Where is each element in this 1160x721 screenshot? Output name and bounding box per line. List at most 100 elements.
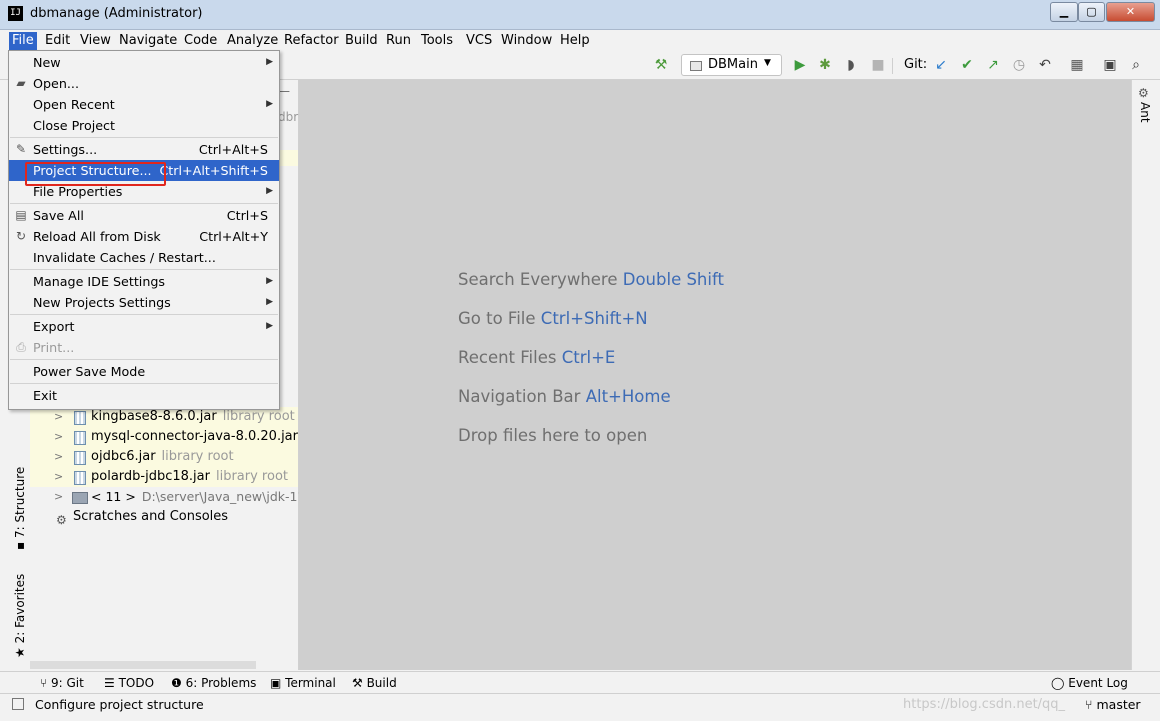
partial-path-text: dbr <box>278 110 299 124</box>
panel-toggle-icon[interactable] <box>12 698 24 710</box>
menu-window[interactable]: Window <box>498 32 555 50</box>
maximize-button[interactable]: ▢ <box>1078 2 1105 22</box>
reload-icon: ↻ <box>15 229 27 243</box>
git-commit-check-icon[interactable]: ✔ <box>958 56 976 74</box>
history-clock-icon[interactable]: ◷ <box>1010 56 1028 74</box>
menu-item-export[interactable]: Export ▶ <box>9 316 279 337</box>
coverage-shield-icon[interactable]: ◗ <box>842 56 860 74</box>
presentation-icon[interactable]: ▣ <box>1101 56 1119 74</box>
tree-item-scratches[interactable]: ⚙ Scratches and Consoles <box>30 507 298 527</box>
menu-item-save-all[interactable]: ▤ Save All Ctrl+S <box>9 205 279 226</box>
menu-item-new-projects-settings[interactable]: New Projects Settings ▶ <box>9 292 279 313</box>
scratches-label: Scratches and Consoles <box>73 509 229 524</box>
menu-item-exit[interactable]: Exit <box>9 385 279 406</box>
tab-ant-label: Ant <box>1138 102 1152 123</box>
tree-item-jdk[interactable]: > < 11 > D:\server\Java_new\jdk-11.0 <box>30 487 317 507</box>
submenu-arrow-icon: ▶ <box>266 186 273 196</box>
toolbar-divider <box>892 58 893 74</box>
git-update-arrow-icon[interactable]: ↙ <box>932 56 950 74</box>
hint-text: Navigation Bar <box>458 387 581 406</box>
menu-run[interactable]: Run <box>383 32 414 50</box>
tool-problems[interactable]: ❶ 6: Problems <box>171 676 256 690</box>
menu-item-shortcut: Ctrl+Alt+Shift+S <box>159 163 268 178</box>
run-icon[interactable]: ▶ <box>791 56 809 74</box>
hammer-icon: ⚒ <box>352 676 367 690</box>
minimize-button[interactable]: ▁ <box>1050 2 1078 22</box>
file-menu-dropdown: New ▶ ▰ Open... Open Recent ▶ Close Project… <box>8 50 280 410</box>
tree-item-library[interactable]: > mysql-connector-java-8.0.20.jarlibr <box>30 427 325 447</box>
hint-key: Alt+Home <box>585 387 671 406</box>
menu-help[interactable]: Help <box>557 32 593 50</box>
menu-item-label: Save All <box>33 208 84 223</box>
tool-todo-label: TODO <box>118 676 155 690</box>
menu-item-close-project[interactable]: Close Project <box>9 115 279 136</box>
menu-separator <box>10 137 278 138</box>
tree-item-library[interactable]: > ojdbc6.jar library root <box>30 447 298 467</box>
menu-code[interactable]: Code <box>181 32 220 50</box>
debug-bug-icon[interactable]: ✱ <box>816 56 834 74</box>
git-branch-widget[interactable]: ⑂ master <box>1085 697 1141 712</box>
menu-item-power-save-mode[interactable]: Power Save Mode <box>9 361 279 382</box>
submenu-arrow-icon: ▶ <box>266 321 273 331</box>
tree-item-library[interactable]: > kingbase8-8.6.0.jar library root <box>30 407 298 427</box>
tab-favorites-label: 2: Favorites <box>13 573 27 644</box>
menu-build[interactable]: Build <box>342 32 381 50</box>
run-config-selector[interactable]: DBMain ▼ <box>681 54 782 76</box>
project-structure-icon[interactable]: ▦ <box>1068 56 1086 74</box>
tab-favorites[interactable]: ★ 2: Favorites <box>13 574 27 658</box>
title-bar: IJ dbmanage (Administrator) ▁ ▢ ✕ <box>0 0 1160 30</box>
menu-item-invalidate-caches[interactable]: Invalidate Caches / Restart... <box>9 247 279 268</box>
tool-todo[interactable]: ☰ TODO <box>104 676 154 690</box>
structure-icon: ▪ <box>13 538 27 550</box>
tool-event-log[interactable]: ◯ Event Log <box>1051 676 1128 690</box>
menu-item-manage-ide-settings[interactable]: Manage IDE Settings ▶ <box>9 271 279 292</box>
tool-terminal[interactable]: ▣ Terminal <box>270 676 336 690</box>
tool-git[interactable]: ⑂ 9: Git <box>40 676 84 690</box>
chevron-right-icon: > <box>54 490 64 503</box>
menu-edit[interactable]: Edit <box>42 32 73 50</box>
close-button[interactable]: ✕ <box>1106 2 1155 22</box>
tree-item-library[interactable]: > polardb-jdbc18.jar library root <box>30 467 298 487</box>
menu-item-reload-all[interactable]: ↻ Reload All from Disk Ctrl+Alt+Y <box>9 226 279 247</box>
build-hammer-icon[interactable]: ⚒ <box>652 56 670 74</box>
menu-analyze[interactable]: Analyze <box>224 32 281 50</box>
chevron-down-icon: ▼ <box>764 58 771 68</box>
tab-structure-label: 7: Structure <box>13 466 27 539</box>
menu-refactor[interactable]: Refactor <box>281 32 342 50</box>
menu-tools[interactable]: Tools <box>418 32 456 50</box>
search-icon[interactable]: ⌕ <box>1127 56 1145 74</box>
status-message: Configure project structure <box>35 697 204 712</box>
editor-area: Search Everywhere Double Shift Go to Fil… <box>299 80 1131 670</box>
menu-item-open-recent[interactable]: Open Recent ▶ <box>9 94 279 115</box>
menu-item-label: Manage IDE Settings <box>33 274 166 289</box>
stop-icon[interactable]: ■ <box>869 56 887 74</box>
wrench-icon: ✎ <box>15 142 27 156</box>
panel-minimize-icon[interactable]: — <box>278 84 298 102</box>
jdk-name: < 11 > <box>91 489 136 504</box>
submenu-arrow-icon: ▶ <box>266 99 273 109</box>
event-log-label: Event Log <box>1068 676 1128 690</box>
menu-file[interactable]: File <box>9 32 37 50</box>
star-icon: ★ <box>13 643 27 658</box>
menu-item-open[interactable]: ▰ Open... <box>9 73 279 94</box>
tab-ant[interactable]: Ant <box>1138 102 1152 123</box>
tool-build[interactable]: ⚒ Build <box>352 676 397 690</box>
chevron-right-icon: > <box>54 410 64 423</box>
menu-navigate[interactable]: Navigate <box>116 32 180 50</box>
menu-view[interactable]: View <box>77 32 114 50</box>
branch-icon: ⑂ <box>1085 697 1097 712</box>
menu-item-label: Settings... <box>33 142 98 157</box>
menu-item-file-properties[interactable]: File Properties ▶ <box>9 181 279 202</box>
menu-item-label: Power Save Mode <box>33 364 146 379</box>
menu-item-new[interactable]: New ▶ <box>9 52 279 73</box>
chevron-right-icon: > <box>54 450 64 463</box>
menu-item-shortcut: Ctrl+Alt+S <box>198 142 268 157</box>
branch-name: master <box>1096 697 1141 712</box>
menu-vcs[interactable]: VCS <box>463 32 495 50</box>
tab-structure[interactable]: ▪ 7: Structure <box>13 467 27 550</box>
menu-item-settings[interactable]: ✎ Settings... Ctrl+Alt+S <box>9 139 279 160</box>
rollback-undo-icon[interactable]: ↶ <box>1036 56 1054 74</box>
horizontal-scrollbar[interactable] <box>30 661 256 669</box>
app-icon: IJ <box>8 6 23 21</box>
git-push-arrow-icon[interactable]: ↗ <box>984 56 1002 74</box>
